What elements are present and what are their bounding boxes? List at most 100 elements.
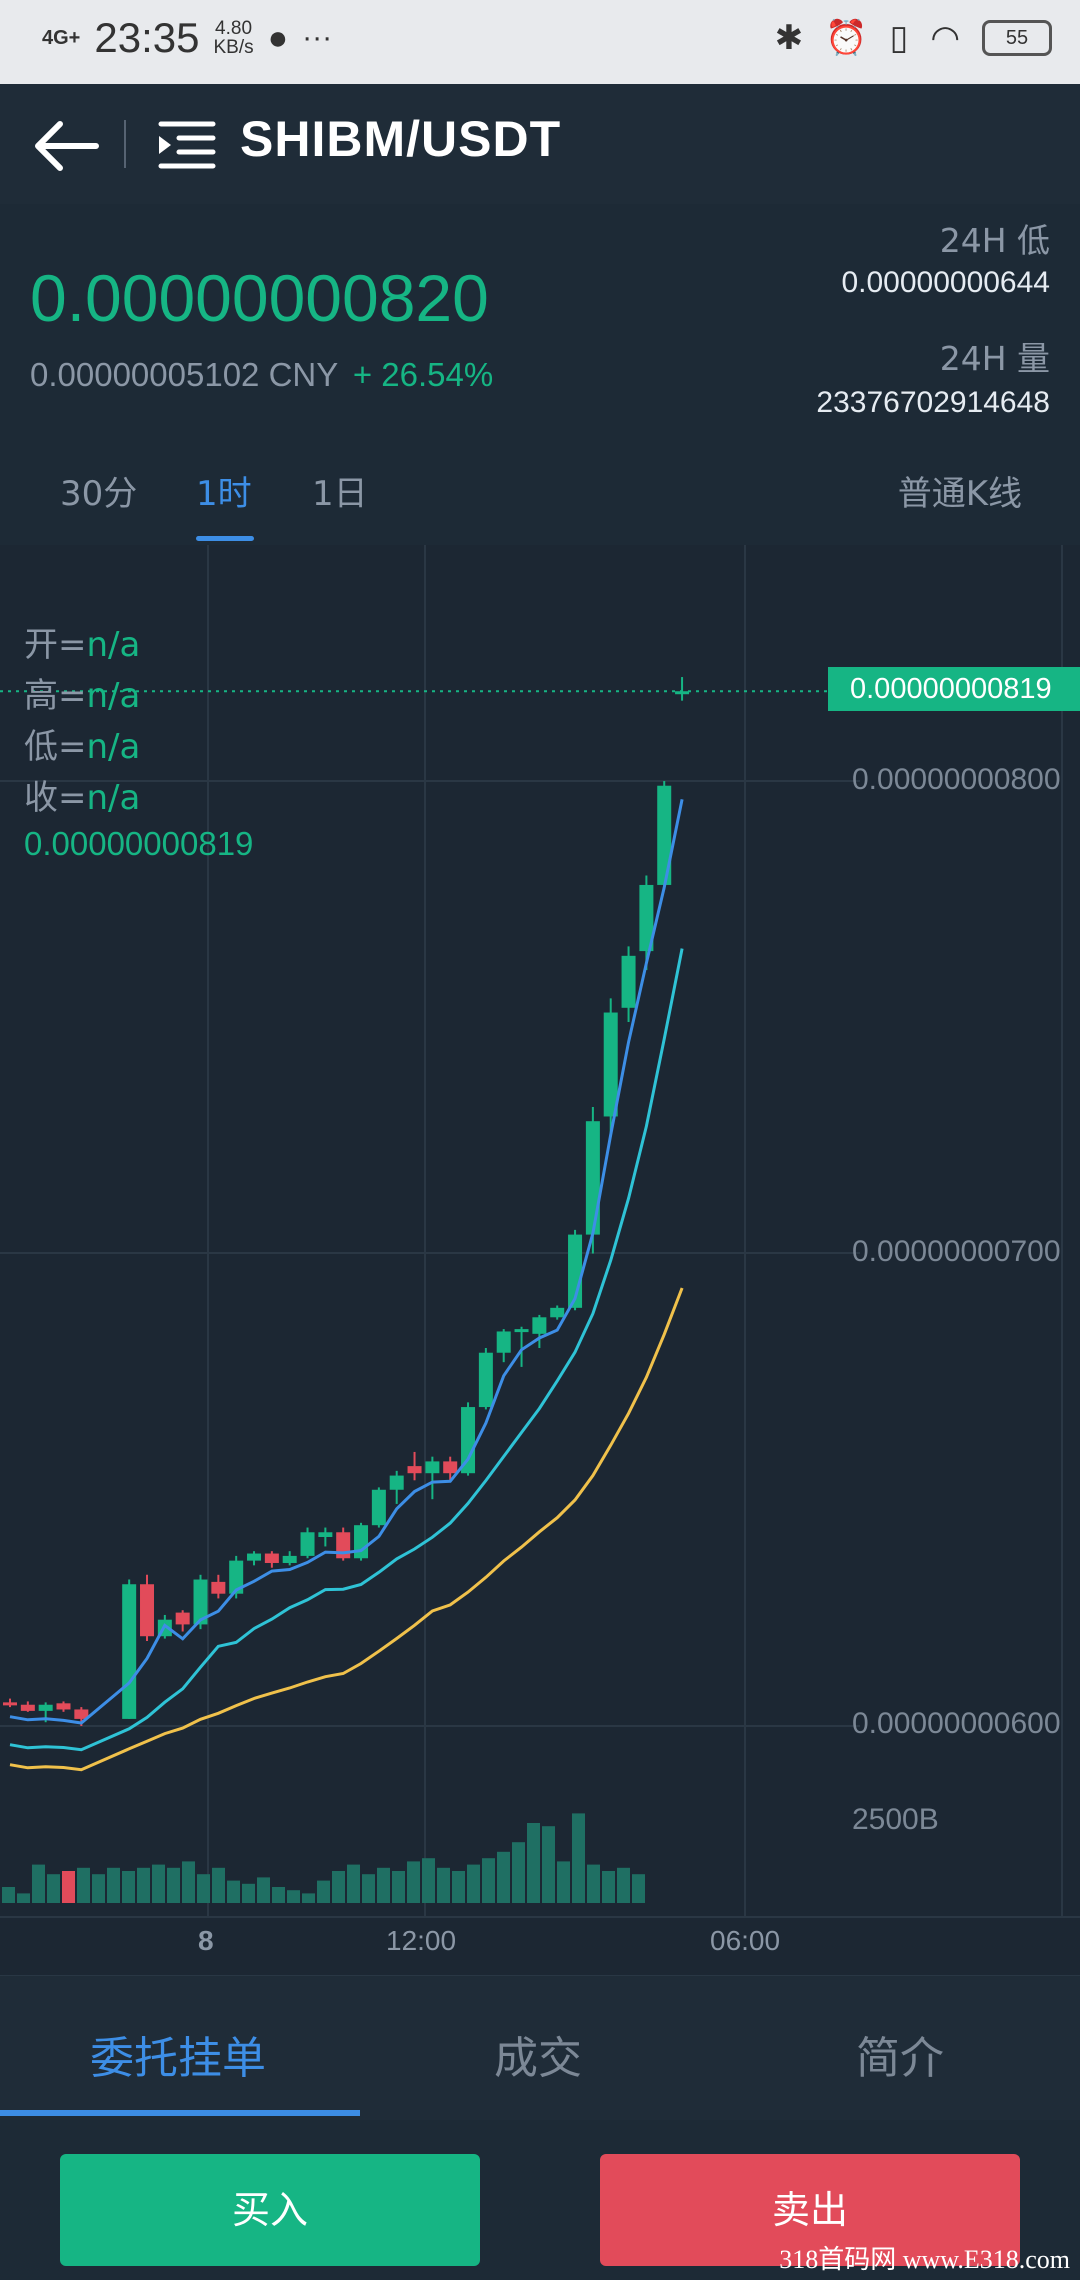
candle-up xyxy=(550,1307,565,1318)
tab-trades[interactable]: 成交 xyxy=(494,2022,582,2086)
header-divider xyxy=(124,120,126,168)
volume-bar xyxy=(437,1867,450,1903)
ohlc-low: 低=n/a xyxy=(24,719,140,768)
volume-bar xyxy=(587,1864,600,1903)
tab-1d[interactable]: 1日 xyxy=(312,466,368,515)
candle-up xyxy=(514,1329,529,1333)
volume-bar xyxy=(257,1877,270,1903)
volume-bar xyxy=(212,1867,225,1903)
candle-up xyxy=(318,1532,333,1537)
candle-up xyxy=(496,1331,511,1353)
volume-bar xyxy=(227,1880,240,1903)
current-price-tag: 0.00000000819 xyxy=(828,667,1080,711)
candle-up xyxy=(247,1553,262,1561)
vibrate-icon: ▯ xyxy=(889,18,909,58)
alarm-icon: ⏰ xyxy=(825,18,868,58)
candle-down xyxy=(443,1461,458,1474)
volume-bar xyxy=(152,1864,165,1903)
low-label: 低= xyxy=(24,727,87,767)
network-speed: 4.80 KB/s xyxy=(213,19,253,57)
candlestick-chart[interactable]: 开=n/a 高=n/a 低=n/a 收=n/a 0.00000000819 0.… xyxy=(0,545,1080,1975)
tab-1h[interactable]: 1时 xyxy=(196,466,252,515)
candle-down xyxy=(56,1703,71,1710)
high-label: 高= xyxy=(24,676,87,716)
battery-icon: 55 xyxy=(982,20,1052,56)
volume-bar xyxy=(167,1867,180,1903)
volume-bar xyxy=(557,1861,570,1903)
x-tick-label: 8 xyxy=(198,1925,214,1956)
volume-bar xyxy=(422,1858,435,1903)
volume-bar xyxy=(137,1867,150,1903)
cny-price: 0.00000005102 CNY xyxy=(30,356,338,393)
volume-tick-label: 2500B xyxy=(852,1803,939,1836)
watermark: 318首码网 www.E318.com xyxy=(779,2245,1070,2274)
volume-bar xyxy=(617,1867,630,1903)
volume-bar xyxy=(287,1890,300,1903)
candle-up xyxy=(282,1555,297,1563)
volume-24h-label: 24H 量 xyxy=(939,339,1050,378)
candle-up xyxy=(371,1489,386,1526)
pair-menu-icon[interactable] xyxy=(155,116,217,174)
qq-icon: ● xyxy=(267,18,289,57)
volume-bar xyxy=(467,1864,480,1903)
candle-up xyxy=(389,1475,404,1490)
volume-bar xyxy=(407,1861,420,1903)
open-value: n/a xyxy=(86,625,141,665)
volume-bar xyxy=(347,1864,360,1903)
volume-bar xyxy=(107,1867,120,1903)
back-arrow-icon[interactable] xyxy=(30,114,102,178)
status-bar: 4G+ 23:35 4.80 KB/s ● ··· ✱ ⏰ ▯ ◠ 55 xyxy=(0,0,1080,84)
trade-actions: 买入 卖出 318首码网 www.E318.com xyxy=(0,2120,1080,2280)
candle-up xyxy=(478,1352,493,1408)
candle-up xyxy=(354,1525,369,1559)
candle-up xyxy=(621,955,636,1008)
candle-down xyxy=(175,1612,190,1625)
ohlc-open: 开=n/a xyxy=(24,617,140,666)
order-tab-indicator xyxy=(0,2110,360,2116)
ma-mid-line xyxy=(9,948,684,1752)
y-tick-label: 0.00000000800 xyxy=(852,763,1061,796)
candle-down xyxy=(20,1704,35,1711)
candle-up xyxy=(300,1532,315,1556)
candle-up xyxy=(603,1012,618,1117)
app-header: SHIBM/USDT xyxy=(0,84,1080,204)
candle-up xyxy=(532,1317,547,1334)
active-tab-indicator xyxy=(196,536,254,541)
volume-bar xyxy=(182,1861,195,1903)
volume-bar xyxy=(17,1893,30,1903)
x-tick-label: 06:00 xyxy=(710,1925,781,1956)
low-value: n/a xyxy=(86,727,141,767)
volume-bar xyxy=(242,1883,255,1903)
volume-24h-value: 23376702914648 xyxy=(816,386,1050,419)
low-24h-label: 24H 低 xyxy=(939,221,1050,260)
trading-pair-title[interactable]: SHIBM/USDT xyxy=(240,110,561,168)
volume-bar xyxy=(527,1823,540,1903)
tab-intro[interactable]: 简介 xyxy=(856,2022,944,2086)
candle-up xyxy=(585,1121,600,1235)
volume-bar xyxy=(482,1858,495,1903)
volume-bar xyxy=(317,1880,330,1903)
kline-type-selector[interactable]: 普通K线 xyxy=(898,466,1022,515)
volume-bar xyxy=(512,1842,525,1903)
volume-bar xyxy=(302,1893,315,1903)
network-indicator: 4G+ xyxy=(42,27,81,49)
candle-up xyxy=(425,1461,440,1474)
buy-button[interactable]: 买入 xyxy=(60,2154,480,2266)
close-label: 收= xyxy=(24,778,87,818)
candle-down xyxy=(3,1702,17,1706)
ohlc-high: 高=n/a xyxy=(24,668,140,717)
volume-bar xyxy=(92,1874,105,1903)
low-24h-value: 0.00000000644 xyxy=(841,266,1050,299)
tab-open-orders[interactable]: 委托挂单 xyxy=(90,2022,266,2086)
volume-bar xyxy=(32,1864,45,1903)
bluetooth-icon: ✱ xyxy=(774,18,804,58)
volume-bar xyxy=(332,1871,345,1903)
x-tick-label: 12:00 xyxy=(386,1925,457,1956)
interval-tabs: 30分 1时 1日 普通K线 xyxy=(0,444,1080,544)
tab-30m[interactable]: 30分 xyxy=(60,466,137,515)
volume-bar xyxy=(452,1871,465,1903)
candle-up xyxy=(122,1584,137,1719)
candle-up xyxy=(38,1704,53,1711)
speed-value: 4.80 xyxy=(215,18,253,39)
last-price: 0.00000000820 xyxy=(30,261,489,335)
